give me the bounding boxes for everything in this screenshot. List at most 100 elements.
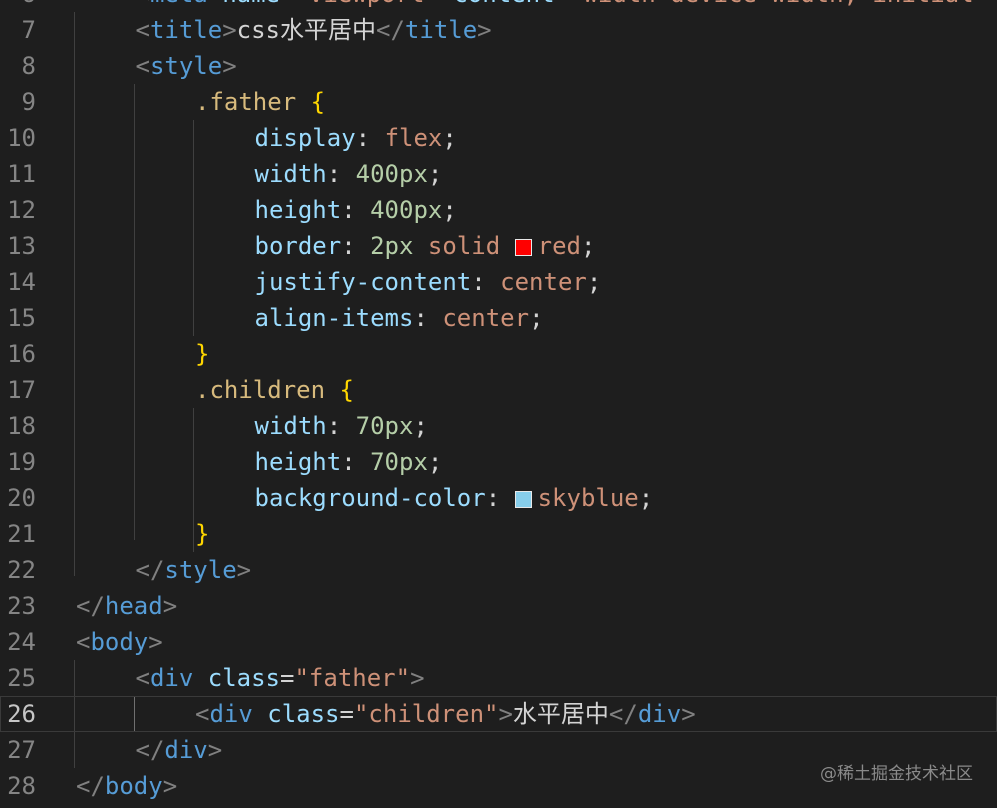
code-text: } [195, 516, 209, 552]
line-number: 21 [7, 520, 36, 548]
code-line[interactable]: 8 <style> [0, 48, 997, 84]
code-text: height: 400px; [255, 192, 457, 228]
code-line[interactable]: 11 width: 400px; [0, 156, 997, 192]
token: skyblue [537, 484, 639, 512]
token: width [254, 412, 327, 440]
code-text: <style> [136, 48, 237, 84]
token: style [149, 52, 223, 80]
code-line[interactable]: 17 .children { [0, 372, 997, 408]
line-number: 13 [7, 232, 36, 260]
token: : [485, 484, 515, 512]
token: : [326, 160, 356, 188]
code-line[interactable]: 6<meta name="viewport" content="width=de… [0, 0, 997, 12]
token: > [681, 700, 696, 728]
token: : [326, 412, 356, 440]
line-number: 11 [7, 160, 36, 188]
code-line[interactable]: 13 border: 2px solid red; [0, 228, 997, 264]
token: : [355, 124, 385, 152]
token: ; [586, 268, 602, 296]
token: height [254, 196, 342, 224]
token: < [135, 52, 150, 80]
line-number: 7 [21, 16, 36, 44]
code-text: </div> [136, 732, 223, 768]
token: "width=device-width, initial [569, 0, 974, 8]
token: : [341, 196, 371, 224]
token: ; [529, 304, 544, 332]
code-text: <div class="children">水平居中</div> [195, 696, 696, 732]
token: = [339, 700, 354, 728]
token: red [537, 232, 581, 260]
token: = [280, 0, 294, 8]
line-number: 26 [7, 700, 36, 728]
code-text: .father { [195, 84, 325, 120]
line-number: 8 [21, 52, 36, 80]
code-line[interactable]: 10 display: flex; [0, 120, 997, 156]
code-text: <title>css水平居中</title> [136, 12, 492, 48]
code-line[interactable]: 26 <div class="children">水平居中</div> [0, 696, 997, 732]
code-line[interactable]: 18 width: 70px; [0, 408, 997, 444]
token: = [280, 664, 295, 692]
code-text: </head> [76, 588, 177, 624]
token: < [76, 628, 91, 656]
code-line[interactable]: 14 justify-content: center; [0, 264, 997, 300]
code-text: background-color: skyblue; [255, 480, 654, 516]
token: </ [608, 700, 638, 728]
token: </ [376, 16, 405, 44]
line-number: 18 [7, 412, 36, 440]
token: class [252, 700, 340, 728]
code-line[interactable]: 21} [0, 516, 997, 552]
token: height [254, 448, 342, 476]
token: ; [413, 412, 428, 440]
color-swatch-icon[interactable] [514, 239, 532, 256]
token: center [442, 304, 530, 332]
token: justify-content [254, 268, 472, 296]
token: { [310, 88, 326, 116]
code-line[interactable]: 12 height: 400px; [0, 192, 997, 228]
token: div [637, 700, 682, 728]
line-number: 10 [7, 124, 36, 152]
token: > [236, 556, 252, 584]
token: < [135, 664, 150, 692]
token: width [254, 160, 327, 188]
code-text: width: 70px; [255, 408, 428, 444]
code-line[interactable]: 15 align-items: center; [0, 300, 997, 336]
token: meta [150, 0, 208, 8]
token: 水平居中 [512, 700, 609, 728]
token: = [555, 0, 569, 8]
token: 70px [370, 448, 428, 476]
token: ; [580, 232, 596, 260]
token: > [410, 664, 425, 692]
code-line[interactable]: 25 <div class="father"> [0, 660, 997, 696]
code-line[interactable]: 19 height: 70px; [0, 444, 997, 480]
token: border [254, 232, 342, 260]
line-number: 14 [7, 268, 36, 296]
token: ; [442, 124, 457, 152]
code-line[interactable]: 20 background-color: skyblue; [0, 480, 997, 516]
code-text: <div class="father"> [136, 660, 425, 696]
token: } [195, 520, 210, 548]
token: body [90, 628, 149, 656]
token: body [104, 772, 163, 800]
token: "children" [353, 700, 499, 728]
token: > [148, 628, 163, 656]
code-line[interactable]: 7 <title>css水平居中</title> [0, 12, 997, 48]
code-text: .children { [195, 372, 354, 408]
code-editor[interactable]: 6<meta name="viewport" content="width=de… [0, 0, 997, 808]
line-number: 15 [7, 304, 36, 332]
token: title [404, 16, 478, 44]
code-line[interactable]: 16} [0, 336, 997, 372]
code-text: </body> [76, 768, 177, 804]
code-line[interactable]: 24 <body> [0, 624, 997, 660]
token: 400px [355, 160, 428, 188]
color-swatch-icon[interactable] [514, 491, 532, 508]
line-number: 19 [7, 448, 36, 476]
token: } [195, 340, 210, 368]
token: display [254, 124, 356, 152]
code-line[interactable]: 23 </head> [0, 588, 997, 624]
line-number: 17 [7, 376, 36, 404]
code-line[interactable]: 22 </style> [0, 552, 997, 588]
code-line[interactable]: 9 .father { [0, 84, 997, 120]
token: ; [427, 160, 443, 188]
